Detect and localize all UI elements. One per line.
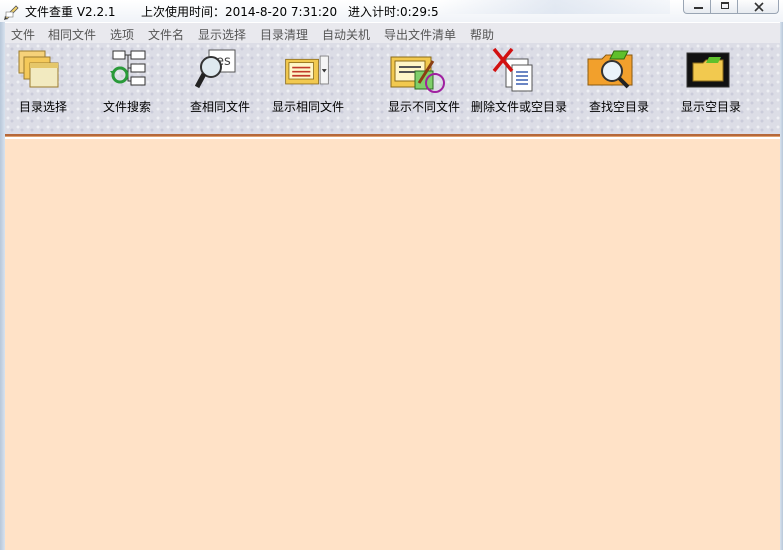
minimize-button[interactable]	[683, 0, 711, 14]
toolbar-show-empty-button[interactable]: 显示空目录	[675, 43, 755, 133]
toolbar-delete-button[interactable]: 删除文件或空目录	[470, 43, 570, 133]
title-blur	[440, 0, 670, 14]
app-pen-icon	[4, 5, 19, 20]
title-bar: 文件查重 V2.2.1 上次使用时间：2014-8-20 7:31:20 进入计…	[0, 0, 783, 22]
toolbar: 目录选择 文件搜索 es 查相同文件 显示相同文件 显示不同文件 删除文件或空目…	[5, 43, 780, 134]
magnifier-search-icon: es	[195, 49, 236, 89]
menu-export-list[interactable]: 导出文件清单	[384, 26, 456, 43]
folder-duplicate-icon	[285, 55, 329, 85]
menu-help[interactable]: 帮助	[470, 26, 494, 43]
toolbar-find-same-button[interactable]: es 查相同文件	[180, 43, 260, 133]
toolbar-label: 查相同文件	[190, 100, 251, 114]
toolbar-dir-select-button[interactable]: 目录选择	[5, 43, 85, 133]
toolbar-label: 显示空目录	[681, 100, 742, 114]
folder-different-icon	[390, 56, 445, 93]
content-area[interactable]	[5, 139, 780, 550]
menu-same-files[interactable]: 相同文件	[48, 26, 96, 43]
toolbar-separator-highlight	[5, 136, 780, 137]
file-search-tree-icon	[110, 50, 146, 86]
toolbar-label: 显示不同文件	[388, 100, 461, 114]
menu-bar: 文件 相同文件 选项 文件名 显示选择 目录清理 自动关机 导出文件清单 帮助	[5, 23, 780, 43]
elapsed-timer: 进入计时:0:29:5	[348, 5, 439, 19]
menu-filename[interactable]: 文件名	[148, 26, 184, 43]
menu-auto-shutdown[interactable]: 自动关机	[322, 26, 370, 43]
menu-options[interactable]: 选项	[110, 26, 134, 43]
delete-file-icon	[492, 47, 533, 92]
toolbar-label: 显示相同文件	[272, 100, 345, 114]
toolbar-show-different-button[interactable]: 显示不同文件	[385, 43, 465, 133]
toolbar-file-search-button[interactable]: 文件搜索	[93, 43, 165, 133]
menu-display-select[interactable]: 显示选择	[198, 26, 246, 43]
toolbar-label: 删除文件或空目录	[471, 100, 568, 114]
menu-file[interactable]: 文件	[11, 26, 35, 43]
toolbar-label: 查找空目录	[589, 100, 650, 114]
close-button[interactable]	[737, 0, 779, 14]
find-empty-folder-icon	[587, 50, 633, 89]
close-icon	[754, 2, 764, 12]
toolbar-label: 文件搜索	[103, 100, 152, 114]
minimize-icon	[694, 7, 703, 9]
empty-folder-icon	[686, 52, 730, 88]
maximize-button[interactable]	[710, 0, 738, 14]
folder-stack-icon	[18, 50, 59, 88]
last-used-time: 上次使用时间：2014-8-20 7:31:20	[141, 5, 338, 19]
menu-dir-cleanup[interactable]: 目录清理	[260, 26, 308, 43]
toolbar-label: 目录选择	[19, 100, 68, 114]
toolbar-find-empty-button[interactable]: 查找空目录	[580, 43, 660, 133]
maximize-icon	[721, 2, 729, 9]
window-title: 文件查重 V2.2.1	[25, 5, 116, 19]
toolbar-show-same-button[interactable]: 显示相同文件	[270, 43, 350, 133]
